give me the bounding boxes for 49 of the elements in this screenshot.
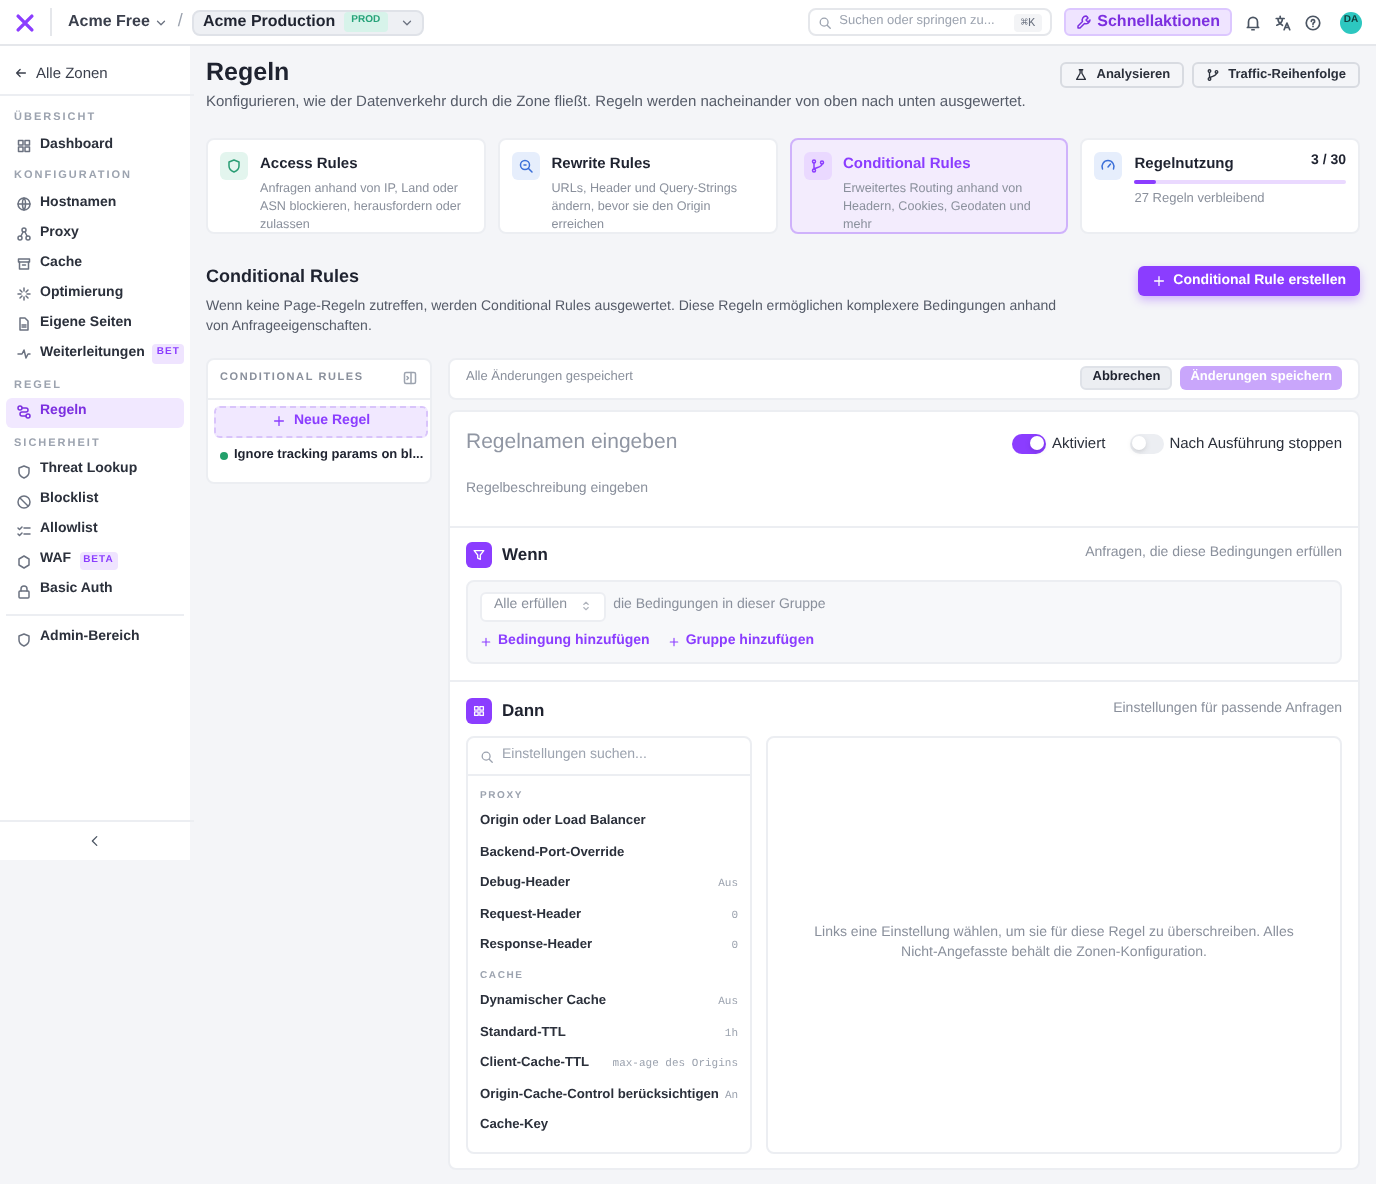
ban-icon bbox=[16, 493, 32, 509]
page-title: Regeln bbox=[206, 58, 292, 86]
help-icon[interactable] bbox=[1304, 13, 1322, 31]
branch-icon bbox=[803, 152, 831, 181]
waveform-icon bbox=[16, 346, 32, 362]
rule-name-field[interactable]: Regelnamen eingeben bbox=[466, 427, 989, 459]
toggle-switch[interactable] bbox=[1129, 433, 1164, 454]
bell-icon[interactable] bbox=[1244, 13, 1262, 31]
plus-icon bbox=[480, 635, 492, 648]
plus-icon bbox=[667, 635, 680, 648]
logo-icon[interactable] bbox=[14, 11, 36, 33]
plus-icon bbox=[271, 414, 286, 429]
file-icon bbox=[16, 316, 32, 332]
org-switcher[interactable]: Acme Free bbox=[68, 10, 168, 34]
section-title: Conditional Rules bbox=[206, 264, 361, 291]
search-icon bbox=[817, 15, 832, 29]
chevron-left-icon bbox=[88, 834, 102, 848]
hexagon-icon bbox=[16, 553, 32, 569]
checklist-icon bbox=[16, 523, 32, 539]
plus-icon bbox=[1151, 274, 1166, 289]
updown-icon bbox=[579, 600, 592, 612]
arrow-left-icon bbox=[14, 66, 28, 80]
section-heading: Wenn bbox=[502, 541, 550, 567]
filter-icon bbox=[466, 541, 492, 567]
section-heading: Dann bbox=[502, 698, 547, 724]
wrench-icon bbox=[1075, 14, 1092, 30]
shield-icon bbox=[16, 463, 32, 479]
box-icon bbox=[16, 256, 32, 272]
grid-icon bbox=[16, 137, 32, 154]
collapse-button[interactable] bbox=[88, 834, 102, 848]
search-icon bbox=[511, 152, 540, 181]
sparkle-icon bbox=[16, 286, 32, 302]
route-icon bbox=[16, 404, 32, 421]
branch-icon bbox=[1206, 68, 1221, 82]
shield-icon bbox=[16, 631, 32, 647]
chevron-down-icon bbox=[153, 15, 168, 29]
flask-icon bbox=[1074, 68, 1089, 82]
search-icon bbox=[480, 749, 494, 763]
shield-icon bbox=[220, 152, 248, 181]
toggle-switch[interactable] bbox=[1012, 433, 1047, 454]
breadcrumb-separator: / bbox=[177, 8, 183, 35]
gauge-icon bbox=[1094, 152, 1123, 181]
nodes-icon bbox=[16, 226, 32, 242]
globe-icon bbox=[16, 196, 32, 212]
translate-icon[interactable] bbox=[1274, 13, 1292, 31]
lock-icon bbox=[16, 583, 32, 599]
chevron-down-icon bbox=[400, 15, 415, 29]
quick-actions-button[interactable]: Schnellaktionen bbox=[1063, 8, 1232, 36]
grid-icon bbox=[466, 698, 492, 724]
